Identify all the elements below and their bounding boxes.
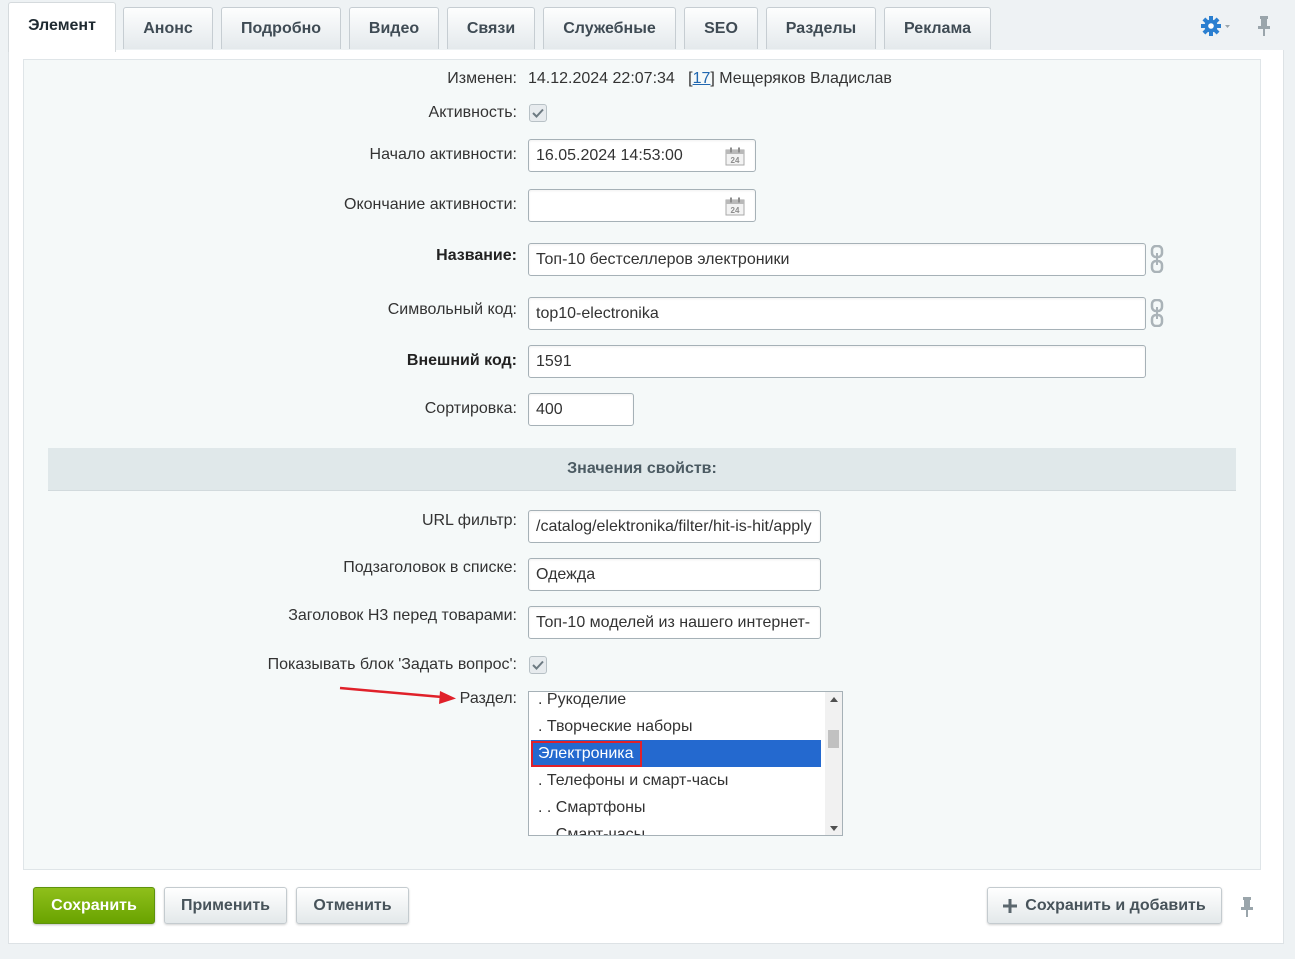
modified-label: Изменен: [447, 70, 517, 87]
active-from-label: Начало активности: [369, 146, 517, 163]
tab-announce[interactable]: Анонс [123, 7, 213, 49]
xml-id-label: Внешний код: [406, 352, 517, 369]
svg-text:24: 24 [731, 156, 740, 165]
listbox-scrollbar[interactable] [825, 692, 842, 835]
tab-links[interactable]: Связи [447, 7, 535, 49]
properties-section-header: Значения свойств: [48, 448, 1236, 491]
sort-label: Сортировка: [424, 400, 517, 417]
tab-video[interactable]: Видео [349, 7, 439, 49]
modified-user-id-link[interactable]: 17 [693, 70, 711, 87]
modified-user-name: Мещеряков Владислав [719, 70, 892, 87]
cancel-button[interactable]: Отменить [296, 887, 409, 924]
section-option[interactable]: . . Смартфоны [531, 794, 821, 821]
sort-input[interactable]: 400 [528, 393, 634, 426]
active-to-input[interactable]: 24 [528, 189, 756, 222]
pin-icon[interactable] [1238, 895, 1256, 919]
active-to-label: Окончание активности: [344, 196, 517, 213]
url-filter-input[interactable]: /catalog/elektronika/filter/hit-is-hit/a… [528, 510, 821, 543]
active-from-input[interactable]: 16.05.2024 14:53:00 24 [528, 139, 756, 172]
code-input[interactable]: top10-electronika [528, 297, 1146, 330]
translit-link-icon[interactable] [1149, 245, 1165, 273]
ask-block-label: Показывать блок 'Задать вопрос': [267, 656, 517, 673]
annotation-arrow-icon [339, 686, 456, 704]
scroll-down-icon[interactable] [825, 821, 842, 835]
save-and-add-button[interactable]: Сохранить и добавить [987, 887, 1222, 924]
section-option[interactable]: . Телефоны и смарт-часы [531, 767, 821, 794]
active-label: Активность: [428, 104, 517, 121]
subtitle-label: Подзаголовок в списке: [343, 559, 517, 576]
plus-icon [1003, 898, 1018, 913]
subtitle-input[interactable]: Одежда [528, 558, 821, 591]
h3-input[interactable]: Топ-10 моделей из нашего интернет- [528, 606, 821, 639]
tab-seo[interactable]: SEO [684, 7, 758, 49]
active-from-value: 16.05.2024 14:53:00 [536, 146, 683, 164]
modified-value: 14.12.2024 22:07:34 [17] Мещеряков Влади… [528, 70, 892, 87]
save-and-add-label: Сохранить и добавить [1025, 896, 1206, 914]
checkmark-icon [532, 660, 544, 670]
section-label: Раздел: [459, 690, 517, 707]
properties-section-title: Значения свойств: [567, 460, 717, 477]
save-button[interactable]: Сохранить [33, 887, 155, 924]
checkmark-icon [532, 108, 544, 118]
selected-option-highlight: Электроника [531, 740, 642, 767]
scrollbar-thumb[interactable] [828, 730, 839, 748]
section-option-selected[interactable]: Электроника [531, 740, 821, 767]
xml-id-input[interactable]: 1591 [528, 345, 1146, 378]
section-option[interactable]: . . Смарт-часы [531, 821, 821, 836]
tab-service[interactable]: Служебные [543, 7, 676, 49]
modified-date: 14.12.2024 22:07:34 [528, 70, 675, 87]
translit-link-icon[interactable] [1149, 299, 1165, 327]
ask-block-checkbox[interactable] [529, 656, 547, 674]
tab-details[interactable]: Подробно [221, 7, 341, 49]
section-listbox[interactable]: . Рукоделие . Творческие наборы Электрон… [528, 691, 843, 836]
name-input[interactable]: Топ-10 бестселлеров электроники [528, 243, 1146, 276]
tab-element[interactable]: Элемент [8, 2, 116, 52]
settings-gear-icon[interactable] [1199, 14, 1231, 38]
h3-label: Заголовок Н3 перед товарами: [288, 607, 517, 624]
code-label: Символьный код: [387, 301, 517, 318]
url-filter-label: URL фильтр: [421, 512, 517, 529]
apply-button[interactable]: Применить [164, 887, 287, 924]
svg-text:24: 24 [731, 206, 740, 215]
tab-sections[interactable]: Разделы [766, 7, 876, 49]
name-label: Название: [436, 247, 517, 264]
tab-ads[interactable]: Реклама [884, 7, 991, 49]
tab-bar: Элемент Анонс Подробно Видео Связи Служе… [0, 0, 1295, 52]
pin-icon[interactable] [1255, 14, 1273, 38]
active-checkbox[interactable] [529, 104, 547, 122]
section-option[interactable]: . Рукоделие [531, 692, 821, 713]
calendar-icon[interactable]: 24 [725, 197, 745, 216]
section-option[interactable]: . Творческие наборы [531, 713, 821, 740]
scroll-up-icon[interactable] [825, 692, 842, 706]
calendar-icon[interactable]: 24 [725, 147, 745, 166]
